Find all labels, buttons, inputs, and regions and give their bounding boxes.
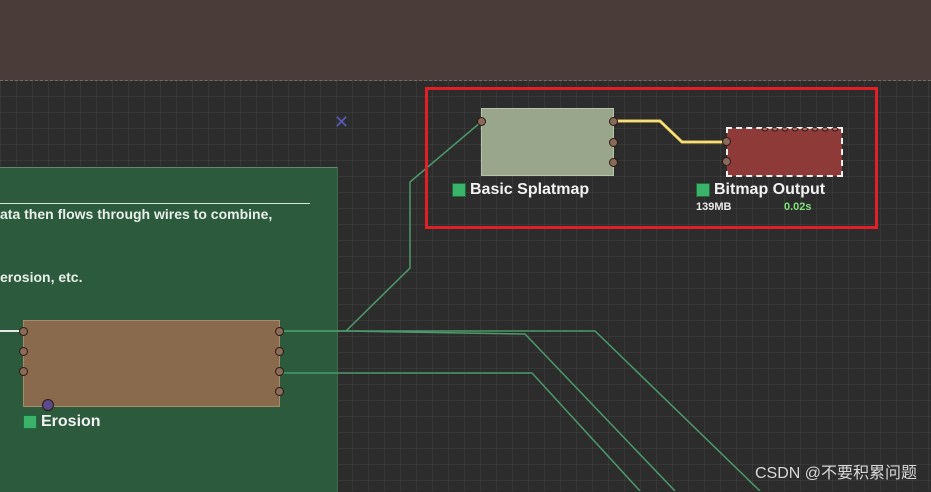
status-square-icon (23, 415, 37, 429)
wire-erosion-out-3 (280, 372, 641, 491)
watermark: CSDN @不要积累问题 (754, 465, 917, 482)
input-port[interactable] (19, 347, 28, 356)
input-port[interactable] (19, 367, 28, 376)
output-port[interactable] (275, 347, 284, 356)
wires-layer (0, 119, 761, 491)
erosion-title: Erosion (41, 413, 101, 430)
erosion-node[interactable] (19, 320, 284, 411)
highlight-annotation-box (425, 87, 878, 229)
wire-erosion-out-1 (280, 330, 761, 491)
output-port[interactable] (275, 367, 284, 376)
output-port[interactable] (275, 327, 284, 336)
output-port[interactable] (275, 387, 284, 396)
erosion-label[interactable]: Erosion (23, 413, 101, 431)
graph-canvas[interactable]: ata then flows through wires to combine,… (0, 0, 931, 492)
mask-port[interactable] (42, 399, 54, 411)
close-icon[interactable]: ✕ (334, 113, 349, 131)
wire-erosion-out-2 (345, 330, 676, 491)
input-port[interactable] (19, 327, 28, 336)
